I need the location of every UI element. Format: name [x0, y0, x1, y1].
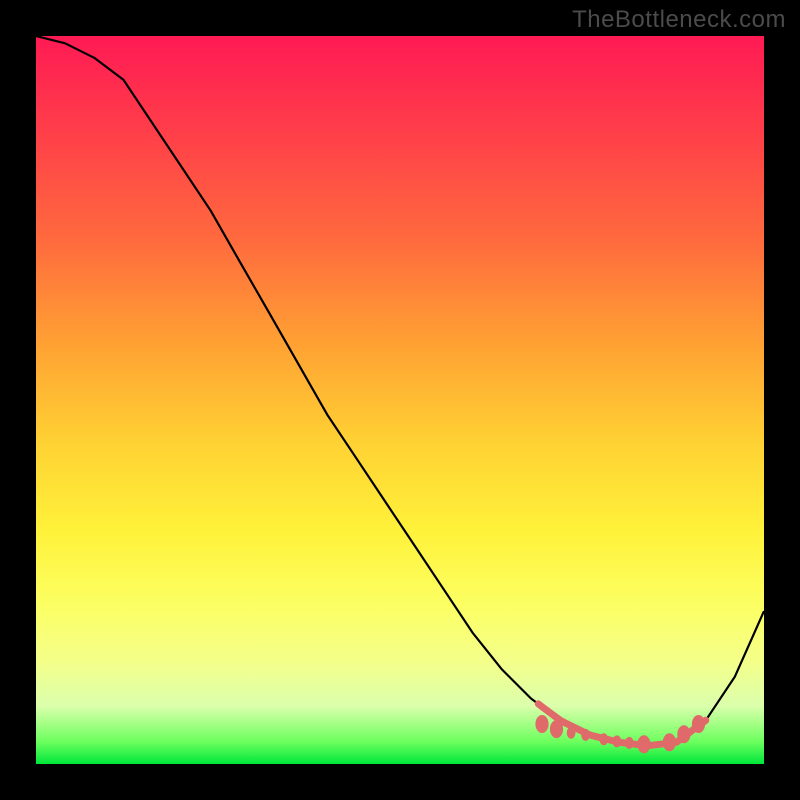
bottleneck-curve [36, 36, 764, 746]
bead-point [663, 733, 676, 751]
watermark-text: TheBottleneck.com [572, 6, 786, 34]
bead-point [550, 720, 563, 738]
bead-point [535, 715, 548, 733]
bead-point [613, 735, 622, 747]
bead-cluster [535, 704, 705, 753]
chart-svg [36, 36, 764, 764]
bead-point [637, 735, 650, 753]
bead-point [692, 715, 705, 733]
plot-area [36, 36, 764, 764]
bead-point [677, 725, 690, 743]
bead-point [581, 729, 590, 741]
bead-point [625, 737, 634, 749]
bead-point [599, 733, 608, 745]
bead-point [567, 727, 576, 739]
chart-frame: TheBottleneck.com [0, 0, 800, 800]
